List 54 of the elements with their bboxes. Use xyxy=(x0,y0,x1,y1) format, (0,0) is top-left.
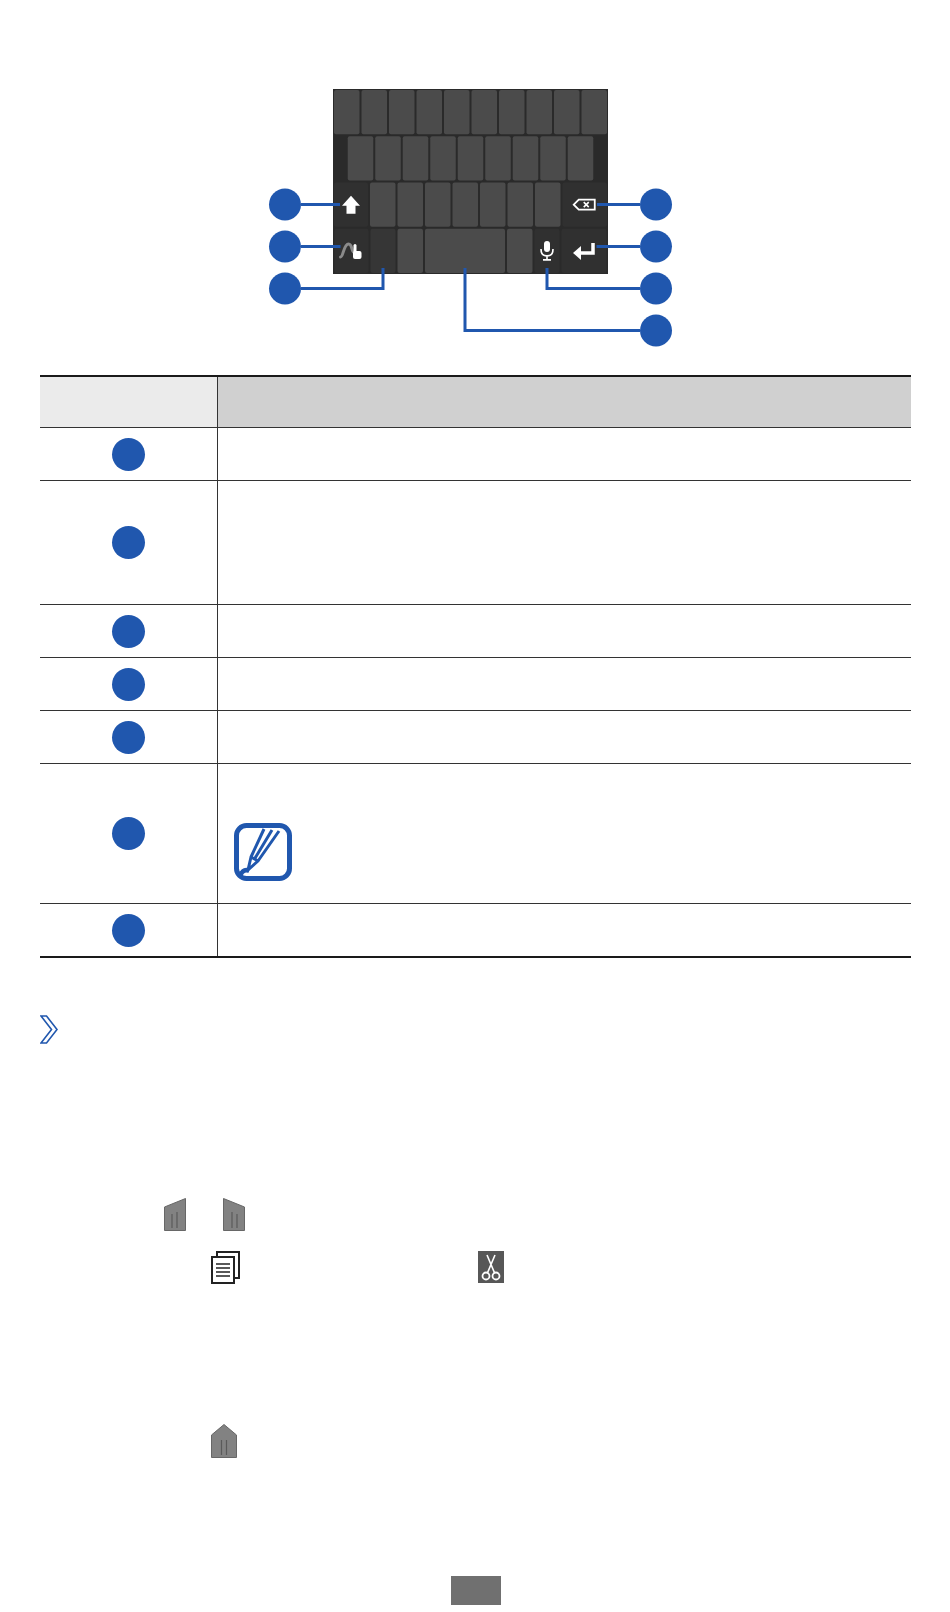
keyboard-key xyxy=(425,182,451,227)
keyboard-key xyxy=(334,90,360,135)
leader-line xyxy=(301,245,341,248)
slanted-tab-icon xyxy=(223,1198,245,1231)
document-icon xyxy=(211,1251,240,1284)
keyboard-key xyxy=(457,136,484,181)
microphone-icon xyxy=(540,240,554,261)
callout-dot-icon xyxy=(269,230,301,263)
keyboard-key xyxy=(485,136,511,181)
pointed-tab-icon xyxy=(211,1424,237,1458)
callout-dot-icon xyxy=(112,667,145,701)
keyboard-key xyxy=(370,182,396,227)
slanted-tab-icon xyxy=(164,1198,186,1231)
keyboard-key xyxy=(347,136,374,181)
callout-dot-icon xyxy=(269,188,301,221)
callout-dot-icon xyxy=(640,272,672,305)
keyboard-key xyxy=(361,90,387,135)
callout-dot-icon xyxy=(640,188,672,221)
handwriting-icon xyxy=(339,242,362,259)
keyboard-key xyxy=(535,182,561,227)
keyboard-key xyxy=(554,90,580,135)
shift-arrow-icon xyxy=(342,195,360,214)
keyboard-key xyxy=(430,136,456,181)
keyboard-key xyxy=(526,90,552,135)
callout-dot-icon xyxy=(112,526,145,559)
keyboard-key xyxy=(512,136,539,181)
leader-line xyxy=(301,203,340,206)
keyboard-key xyxy=(581,90,607,135)
callout-dot-icon xyxy=(640,230,672,263)
keyboard-key xyxy=(389,90,415,135)
scissors-icon xyxy=(478,1251,504,1283)
callout-dot-icon xyxy=(112,437,145,471)
backspace-icon xyxy=(572,198,596,211)
leader-line xyxy=(596,245,640,248)
keyboard-key xyxy=(402,136,429,181)
keyboard-key xyxy=(540,136,566,181)
keyboard-key xyxy=(375,136,401,181)
keyboard-key xyxy=(507,228,533,273)
chevron-icon xyxy=(40,1015,58,1044)
enter-arrow-icon xyxy=(573,242,595,260)
keyboard-key xyxy=(499,90,525,135)
callout-dot-icon xyxy=(640,314,672,347)
keyboard-key xyxy=(471,90,497,135)
keyboard-key xyxy=(444,90,470,135)
pencil-icon xyxy=(234,823,292,881)
keyboard-key xyxy=(416,90,442,135)
callout-dot-icon xyxy=(112,913,145,947)
callout-dot-icon xyxy=(112,720,145,754)
callout-dot-icon xyxy=(112,817,145,850)
leader-line xyxy=(597,203,640,206)
callout-dot-icon xyxy=(112,614,145,648)
callout-dot-icon xyxy=(269,272,301,305)
keyboard-key xyxy=(567,136,594,181)
keyboard-key xyxy=(480,182,506,227)
